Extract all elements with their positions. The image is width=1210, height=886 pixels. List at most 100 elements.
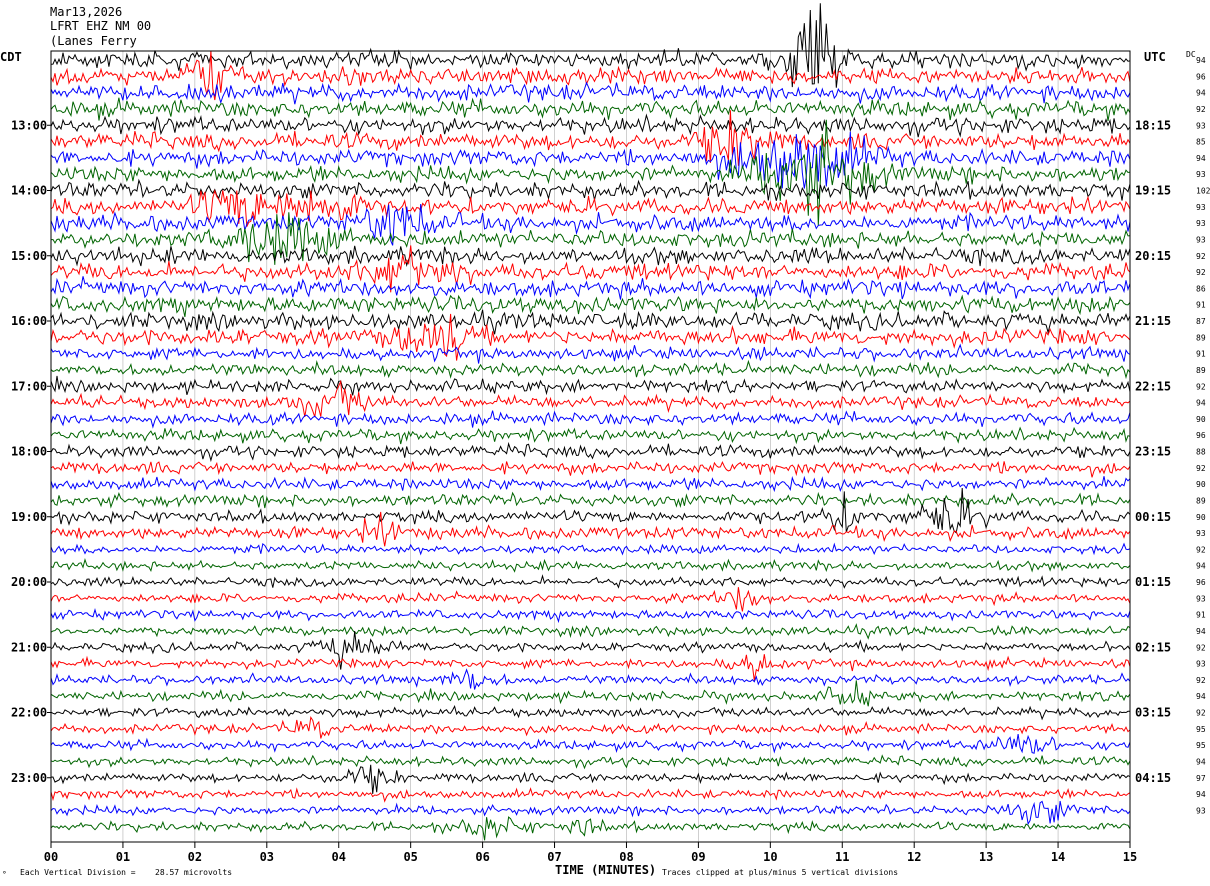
- seismic-trace-row: [50, 460, 1131, 478]
- dc-offset-value: 91: [1196, 350, 1206, 359]
- seismic-trace-row: [50, 343, 1131, 364]
- dc-offset-value: 93: [1196, 529, 1206, 538]
- dc-offset-value: 93: [1196, 170, 1206, 179]
- dc-offset-value: 91: [1196, 611, 1206, 620]
- left-hour-label: 23:00: [11, 771, 47, 785]
- x-tick-label: 10: [763, 850, 777, 864]
- x-axis-title: TIME (MINUTES): [555, 863, 656, 877]
- division-label: Each Vertical Division =: [20, 868, 136, 877]
- dc-offset-value: 94: [1196, 399, 1206, 408]
- seismic-trace-row: [50, 511, 1131, 547]
- dc-offset-value: 94: [1196, 790, 1206, 799]
- dc-offset-value: 95: [1196, 725, 1206, 734]
- plot-frame: [50, 50, 1131, 843]
- helicorder-chart: 00 01 02 03 04 05 06 07 08 09 10 11 12 13 14 15 13:00 14…: [11, 3, 1210, 877]
- dc-offset-value: 93: [1196, 203, 1206, 212]
- seismic-trace-row: [50, 410, 1131, 429]
- dc-offset-value: 89: [1196, 496, 1206, 505]
- right-hour-label: 22:15: [1135, 379, 1171, 393]
- dc-offset-value: 94: [1196, 757, 1206, 766]
- dc-label: DC: [1186, 50, 1196, 59]
- x-tick-label: 07: [547, 850, 561, 864]
- dc-offset-value: 92: [1196, 105, 1206, 114]
- footer-corner-mark: °: [2, 870, 7, 879]
- date-label: Mar13,2026: [50, 5, 123, 19]
- dc-offset-value: 96: [1196, 578, 1206, 587]
- seismic-trace-row: [50, 441, 1131, 463]
- dc-offset-value: 92: [1196, 268, 1206, 277]
- x-tick-label: 13: [979, 850, 993, 864]
- seismic-trace-row: [50, 309, 1131, 335]
- seismic-trace-row: [50, 587, 1131, 612]
- seismic-trace-row: [50, 204, 1131, 246]
- dc-offset-value: 94: [1196, 89, 1206, 98]
- x-tick-label: 14: [1051, 850, 1065, 864]
- left-hour-label: 16:00: [11, 314, 47, 328]
- dc-offset-value: 92: [1196, 464, 1206, 473]
- dc-offset-value: 93: [1196, 121, 1206, 130]
- right-hour-label: 02:15: [1135, 640, 1171, 654]
- seismic-trace-row: [50, 97, 1131, 121]
- left-hour-label: 13:00: [11, 118, 47, 132]
- x-tick-label: 09: [691, 850, 705, 864]
- dc-offset-value: 94: [1196, 692, 1206, 701]
- dc-offset-value: 97: [1196, 774, 1206, 783]
- left-hour-labels: 13:00 14:00 15:00 16:00 17:00 18:00 19:00 20:00…: [11, 118, 51, 785]
- x-tick-label: 12: [907, 850, 921, 864]
- left-hour-label: 19:00: [11, 510, 47, 524]
- dc-offset-value: 92: [1196, 382, 1206, 391]
- dc-offset-value: 92: [1196, 676, 1206, 685]
- clip-note: Traces clipped at plus/minus 5 vertical …: [662, 868, 899, 877]
- right-hour-label: 03:15: [1135, 706, 1171, 720]
- minute-gridlines: [122, 51, 1059, 842]
- dc-offset-value: 94: [1196, 154, 1206, 163]
- dc-offset-value: 89: [1196, 333, 1206, 342]
- dc-offset-value: 102: [1196, 187, 1210, 196]
- dc-offset-labels: 94 96 94 92 93 85 94 93 102 93 93 93 92 92 86 91 87 89 91 8…: [1196, 56, 1210, 815]
- left-hour-label: 17:00: [11, 379, 47, 393]
- left-timezone-label: CDT: [0, 50, 22, 64]
- seismic-trace-row: [50, 654, 1131, 681]
- right-hour-label: 20:15: [1135, 249, 1171, 263]
- seismic-trace-row: [50, 668, 1131, 690]
- seismic-trace-row: [50, 574, 1131, 589]
- x-tick-label: 06: [475, 850, 489, 864]
- seismic-trace-row: [50, 113, 1131, 138]
- x-tick-label: 00: [44, 850, 58, 864]
- right-hour-label: 01:15: [1135, 575, 1171, 589]
- seismic-trace-row: [50, 607, 1131, 624]
- right-hour-label: 23:15: [1135, 445, 1171, 459]
- dc-offset-value: 92: [1196, 252, 1206, 261]
- dc-offset-value: 89: [1196, 366, 1206, 375]
- seismic-trace-row: [50, 754, 1131, 770]
- dc-offset-value: 86: [1196, 284, 1206, 293]
- seismic-trace-row: [50, 542, 1131, 556]
- right-hour-label: 04:15: [1135, 771, 1171, 785]
- seismic-trace-row: [50, 734, 1131, 754]
- dc-offset-value: 90: [1196, 480, 1206, 489]
- dc-offset-value: 93: [1196, 219, 1206, 228]
- dc-offset-value: 96: [1196, 72, 1206, 81]
- x-tick-label: 15: [1123, 850, 1137, 864]
- x-tick-label: 03: [260, 850, 274, 864]
- right-hour-label: 18:15: [1135, 118, 1171, 132]
- dc-offset-value: 93: [1196, 660, 1206, 669]
- seismic-trace-row: [50, 557, 1131, 573]
- x-tick-label: 11: [835, 850, 849, 864]
- x-tick-label: 01: [116, 850, 130, 864]
- dc-offset-value: 92: [1196, 709, 1206, 718]
- dc-offset-value: 90: [1196, 415, 1206, 424]
- x-tick-label: 05: [403, 850, 417, 864]
- dc-offset-value: 94: [1196, 562, 1206, 571]
- left-hour-label: 14:00: [11, 184, 47, 198]
- right-hour-label: 21:15: [1135, 314, 1171, 328]
- right-hour-label: 00:15: [1135, 510, 1171, 524]
- dc-offset-value: 93: [1196, 806, 1206, 815]
- left-hour-label: 22:00: [11, 706, 47, 720]
- seismic-trace-row: [50, 359, 1131, 380]
- right-hour-labels: 18:15 19:15 20:15 21:15 22:15 23:15 00:15 01:15…: [1135, 118, 1171, 785]
- dc-offset-value: 92: [1196, 545, 1206, 554]
- seismic-trace-row: [50, 245, 1131, 268]
- x-tick-label: 02: [188, 850, 202, 864]
- dc-offset-value: 92: [1196, 643, 1206, 652]
